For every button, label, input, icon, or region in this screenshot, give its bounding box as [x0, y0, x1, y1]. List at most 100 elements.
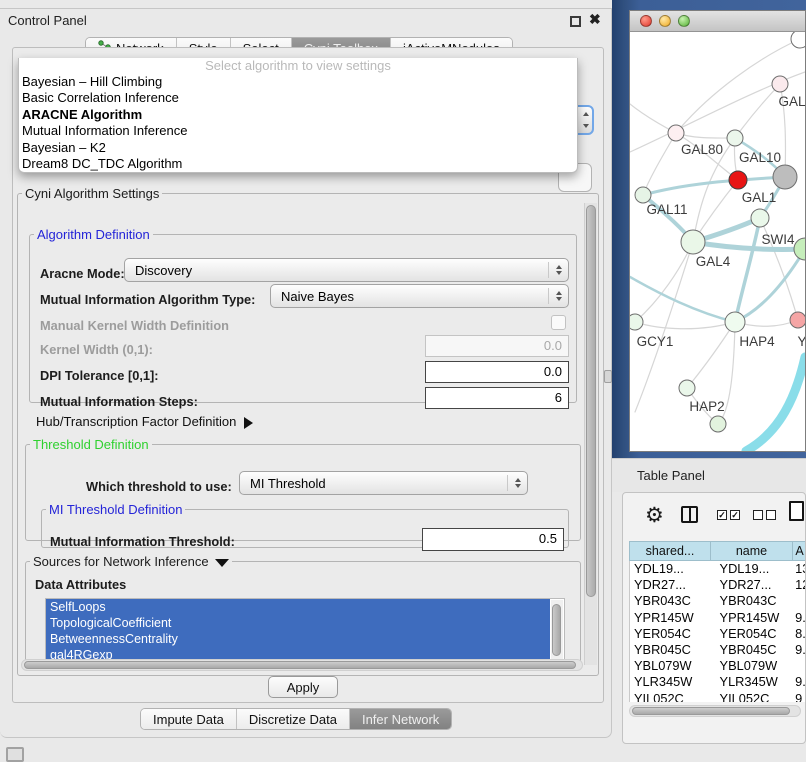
algorithm-option[interactable]: Bayesian – Hill Climbing [19, 74, 577, 90]
column-header-clipped[interactable]: A [793, 541, 806, 561]
attributes-scrollbar[interactable] [551, 600, 563, 662]
mi-threshold-definition-group: MI Threshold Definition Mutual Informati… [41, 502, 569, 548]
table-cell: YBL079W [712, 658, 794, 674]
data-attributes-list[interactable]: SelfLoopsTopologicalCoefficientBetweenne… [45, 598, 565, 664]
table-row[interactable]: YPR145WYPR145W9. [630, 610, 806, 626]
algorithm-option[interactable]: ARACNE Algorithm [19, 107, 577, 123]
network-node[interactable] [773, 165, 797, 189]
data-attribute-item[interactable]: SelfLoops [46, 599, 550, 615]
tab-discretize-data[interactable]: Discretize Data [237, 709, 350, 729]
unselect-all-icon[interactable] [753, 510, 776, 520]
network-node[interactable] [725, 312, 745, 332]
combo-arrows-icon [548, 262, 568, 278]
mi-steps-field[interactable]: 6 [425, 387, 569, 409]
table-row[interactable]: YBR045CYBR045C9. [630, 642, 806, 658]
data-attribute-item[interactable]: BetweennessCentrality [46, 631, 550, 647]
settings-horizontal-scrollbar[interactable] [21, 659, 583, 671]
network-node[interactable] [751, 209, 769, 227]
zoom-traffic-light-icon[interactable] [678, 15, 690, 27]
network-node[interactable] [772, 76, 788, 92]
table-cell: YBL079W [630, 658, 712, 674]
table-cell: YER054C [630, 626, 712, 642]
dock-grid-icon[interactable] [6, 747, 24, 762]
aracne-mode-value: Discovery [125, 263, 548, 278]
float-window-icon[interactable] [570, 16, 581, 27]
cyni-algorithm-settings-group: Cyni Algorithm Settings Algorithm Defini… [17, 186, 599, 676]
table-cell: YBR043C [630, 593, 712, 609]
close-traffic-light-icon[interactable] [640, 15, 652, 27]
hub-definition-label: Hub/Transcription Factor Definition [36, 414, 236, 429]
table-hscroll-thumb[interactable] [632, 707, 790, 715]
network-node-label: Y [797, 334, 805, 349]
column-header-shared-name[interactable]: shared... [629, 541, 711, 561]
algorithm-option[interactable]: Bayesian – K2 [19, 140, 577, 156]
select-all-icon[interactable]: ✓✓ [717, 510, 740, 520]
network-node[interactable] [710, 416, 726, 432]
bottom-tabs: Impute Data Discretize Data Infer Networ… [140, 708, 452, 730]
kernel-width-field[interactable]: 0.0 [425, 335, 569, 357]
network-node[interactable] [679, 380, 695, 396]
table-row[interactable]: YDL19...YDL19...13 [630, 561, 806, 577]
network-window-titlebar[interactable] [630, 11, 805, 32]
aracne-mode-combo[interactable]: Discovery [124, 258, 569, 282]
network-node-label: HAP4 [739, 334, 775, 349]
network-node[interactable] [791, 32, 805, 48]
network-node[interactable] [635, 187, 651, 203]
table-cell: YDR27... [712, 577, 794, 593]
tab-label: Discretize Data [249, 712, 337, 727]
gear-icon[interactable]: ⚙ [645, 503, 664, 528]
algorithm-option[interactable]: Mutual Information Inference [19, 123, 577, 139]
settings-vscroll-thumb[interactable] [586, 205, 596, 597]
sources-title: Sources for Network Inference [30, 554, 232, 569]
algorithm-option[interactable]: Dream8 DC_TDC Algorithm [19, 156, 577, 172]
tab-infer-network[interactable]: Infer Network [350, 709, 451, 729]
close-icon[interactable]: ✖ [589, 11, 601, 28]
dpi-tolerance-field[interactable]: 0.0 [425, 361, 569, 383]
table-row[interactable]: YER054CYER054C8. [630, 626, 806, 642]
attributes-scroll-thumb[interactable] [552, 604, 561, 656]
settings-vertical-scrollbar[interactable] [584, 203, 597, 665]
table-cell: 12 [793, 577, 806, 593]
columns-icon[interactable] [681, 506, 698, 523]
hub-definition-toggle[interactable]: Hub/Transcription Factor Definition [36, 414, 253, 429]
table-row[interactable]: YDR27...YDR27...12 [630, 577, 806, 593]
column-header-name[interactable]: name [711, 541, 793, 561]
table-row[interactable]: YBR043CYBR043C [630, 593, 806, 609]
expanded-arrow-icon[interactable] [215, 559, 229, 567]
new-document-icon[interactable] [789, 501, 804, 521]
table-panel-title: Table Panel [637, 468, 705, 483]
settings-hscroll-thumb[interactable] [24, 661, 576, 669]
network-node-label: HAP2 [689, 399, 724, 414]
which-threshold-combo[interactable]: MI Threshold [239, 471, 528, 495]
apply-button[interactable]: Apply [268, 676, 338, 698]
table-cell: YPR145W [630, 610, 712, 626]
network-node[interactable] [681, 230, 705, 254]
table-row[interactable]: YLR345WYLR345W9. [630, 674, 806, 690]
table-row[interactable]: YBL079WYBL079W [630, 658, 806, 674]
table-cell: 13 [793, 561, 806, 577]
network-canvas[interactable]: GALGAL80GAL10GAL1GAL11SWI4GAL4GCY1HAP4YH… [630, 32, 805, 451]
data-attribute-item[interactable]: TopologicalCoefficient [46, 615, 550, 631]
table-cell: YBR043C [712, 593, 794, 609]
tab-impute-data[interactable]: Impute Data [141, 709, 237, 729]
network-node[interactable] [729, 171, 747, 189]
minimize-traffic-light-icon[interactable] [659, 15, 671, 27]
algorithm-option[interactable]: Basic Correlation Inference [19, 90, 577, 106]
table-cell: 9 [793, 691, 806, 703]
mi-threshold-field[interactable]: 0.5 [422, 528, 564, 551]
network-node[interactable] [668, 125, 684, 141]
network-node[interactable] [794, 238, 805, 260]
manual-kernel-label: Manual Kernel Width Definition [40, 318, 229, 333]
mi-steps-label: Mutual Information Steps: [40, 394, 198, 409]
control-panel-window: Control Panel ✖ Network Style Select Cyn… [0, 8, 612, 738]
table-cell: YDL19... [630, 561, 712, 577]
manual-kernel-checkbox[interactable] [551, 315, 566, 330]
network-node[interactable] [790, 312, 805, 328]
mi-threshold-label: Mutual Information Threshold: [50, 534, 235, 549]
table-row[interactable]: YIL052CYIL052C9 [630, 691, 806, 703]
splitpane-divider-handle[interactable] [604, 370, 612, 383]
network-node[interactable] [727, 130, 743, 146]
mi-type-combo[interactable]: Naive Bayes [270, 284, 569, 308]
table-horizontal-scrollbar[interactable] [629, 705, 801, 717]
network-node[interactable] [630, 314, 643, 330]
